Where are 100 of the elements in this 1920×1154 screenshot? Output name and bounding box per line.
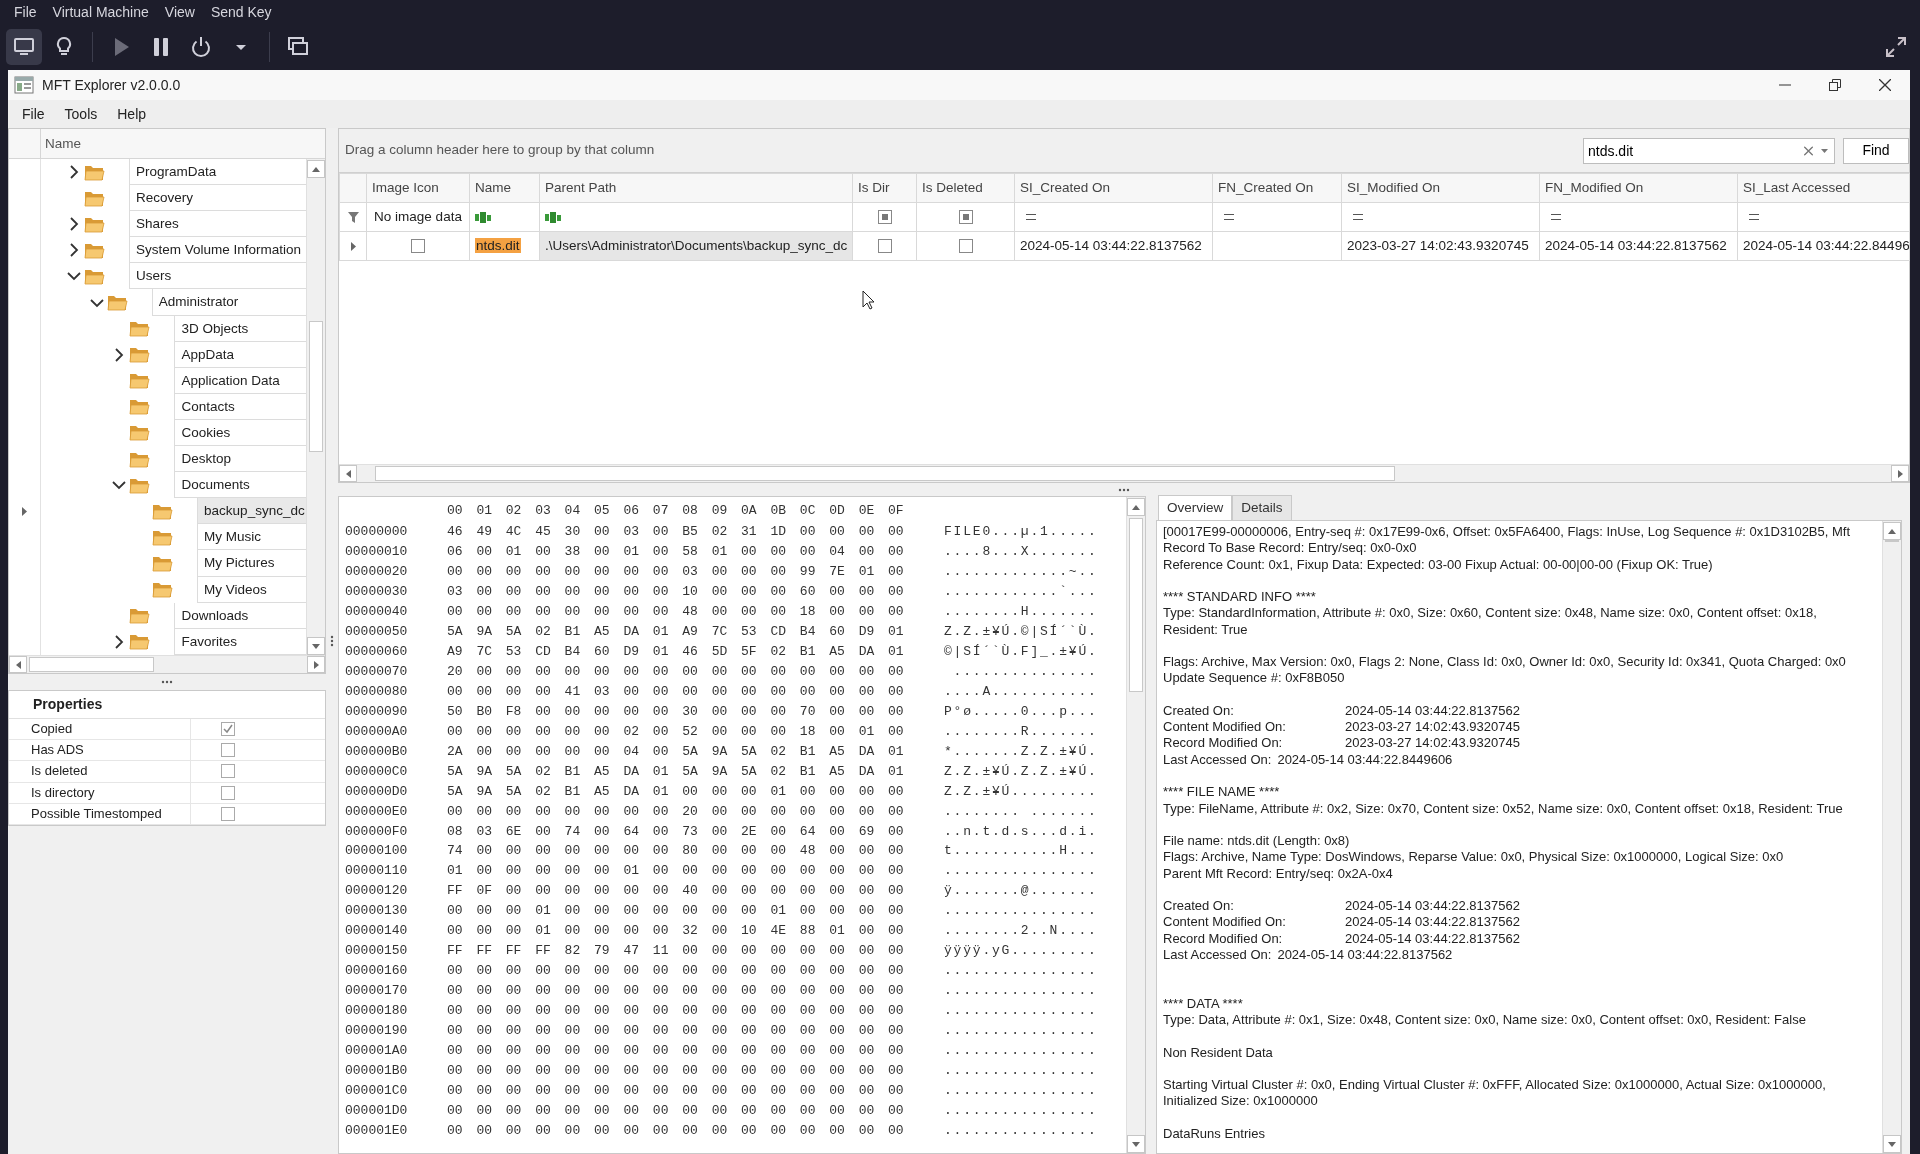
scroll-down-button[interactable] [1883,1135,1901,1153]
menu-item[interactable]: File [6,1,45,23]
menu-item[interactable]: View [156,1,203,23]
hex-offset: 00000150 [345,942,409,961]
filter-icon[interactable] [347,211,359,223]
tab[interactable]: Details [1232,494,1292,520]
scrollbar-thumb[interactable] [375,466,1395,481]
menu-item[interactable]: File [12,100,55,128]
checkbox[interactable] [411,239,425,254]
hex-offset: 000000B0 [345,742,409,761]
equals-icon[interactable] [1224,214,1234,221]
checkbox[interactable] [221,743,235,758]
panel-title: Properties [9,691,325,719]
chevron-right-icon[interactable] [67,217,81,232]
hex-ascii: ............`... [944,583,1098,602]
splitter-grip-icon[interactable] [161,680,173,684]
checkbox[interactable] [958,210,973,225]
column-header[interactable]: Is Dir [852,173,917,203]
hex-bytes: 06 00 01 00 38 00 01 00 58 01 00 00 00 04 00 00 [447,543,905,562]
checkbox[interactable] [221,806,235,821]
checkbox[interactable] [221,785,235,800]
hex-bytes: 01 00 00 00 00 00 01 00 00 00 00 00 00 00 00 00 [447,862,905,881]
column-header[interactable]: FN_Modified On [1539,173,1738,203]
equals-icon[interactable] [1026,214,1036,221]
hex-offset: 00000020 [345,563,409,582]
find-button[interactable]: Find [1843,137,1909,164]
caret-icon [236,44,246,50]
menu-item[interactable]: Virtual Machine [44,1,157,23]
tree-item[interactable]: backup_sync_dc [197,498,306,525]
hex-ascii: Z.Z.±¥Ú......... [944,782,1098,801]
horizontal-scrollbar[interactable] [339,464,1909,482]
checkbox[interactable] [877,210,892,225]
column-header[interactable]: Image Icon [366,173,470,203]
table-cell: 2024-05-14 03:44:22.8137562 [1020,237,1202,253]
tab[interactable]: Overview [1158,494,1233,520]
hex-ascii: ....A........... [944,682,1098,701]
scroll-up-button[interactable] [307,160,325,178]
filter-text: No image data [374,208,462,224]
hex-bytes: FF FF FF FF 82 79 47 11 00 00 00 00 00 00 00 00 [447,942,905,961]
splitter-grip-icon[interactable] [330,635,334,647]
search-field[interactable]: ntds.dit [1583,137,1835,164]
folder-icon [129,346,151,364]
property-label: Copied [9,719,191,740]
scrollbar-thumb[interactable] [29,657,154,672]
column-header[interactable]: Parent Path [539,173,853,203]
checkbox[interactable] [221,764,235,779]
chevron-right-icon[interactable] [67,165,81,180]
hex-offset: 000000D0 [345,782,409,801]
group-hint-text: Drag a column header here to group by that column [345,141,656,160]
scroll-up-button[interactable] [1127,498,1145,516]
hex-ascii: ................ [944,902,1098,921]
vertical-scrollbar[interactable] [1882,521,1901,1153]
console-button[interactable] [6,29,42,65]
scroll-right-button[interactable] [307,656,325,673]
scroll-left-button[interactable] [9,656,27,673]
column-header[interactable]: SI_Created On [1014,173,1213,203]
equals-icon[interactable] [1749,214,1759,221]
column-header[interactable]: Name [41,129,81,158]
horizontal-scrollbar[interactable] [9,655,325,673]
scroll-down-button[interactable] [307,637,325,655]
column-header[interactable]: SI_Last Accessed [1737,173,1910,203]
menu-item[interactable]: Help [107,100,157,128]
dropdown-caret-icon[interactable] [1821,148,1828,153]
menu-item[interactable]: Send Key [202,1,280,23]
text-filter-icon[interactable] [475,211,491,223]
scroll-left-button[interactable] [339,465,357,482]
vertical-scrollbar[interactable] [306,159,325,655]
clear-icon[interactable] [1804,146,1813,155]
column-header[interactable]: Name [469,173,540,203]
overview-line: Record To Base Record: Entry/seq: 0x0-0x0 [1163,540,1417,556]
chevron-right-icon[interactable] [67,243,81,258]
equals-icon[interactable] [1551,214,1561,221]
field-label: Last Accessed On: [1163,751,1272,768]
hex-bytes: 5A 9A 5A 02 B1 A5 DA 01 00 00 00 01 00 00 00 00 [447,782,905,801]
hex-offset: 00000030 [345,583,409,602]
hex-ascii: ................ [944,1121,1098,1140]
scrollbar-thumb[interactable] [1129,518,1143,692]
folder-icon [129,633,151,651]
hex-offset: 00000190 [345,1022,409,1041]
vertical-scrollbar[interactable] [1126,497,1145,1153]
menu-item[interactable]: Tools [54,100,108,128]
checkbox[interactable] [958,239,973,254]
hex-bytes: A9 7C 53 CD B4 60 D9 01 46 5D 5F 02 B1 A5 DA 01 [447,642,905,661]
column-header[interactable]: SI_Modified On [1341,173,1540,203]
checkbox[interactable] [221,722,235,737]
column-header[interactable]: Is Deleted [916,173,1015,203]
column-header[interactable]: FN_Created On [1212,173,1342,203]
scroll-up-button[interactable] [1883,522,1901,540]
hex-ascii: ©|SÍ´`Ù.F]_.±¥Ú. [944,642,1098,661]
hex-ascii: ÿ.......@....... [944,882,1098,901]
equals-icon[interactable] [1353,214,1363,221]
splitter-grip-icon[interactable] [1118,487,1130,492]
text-filter-icon[interactable] [545,211,561,223]
scroll-down-button[interactable] [1127,1135,1145,1153]
scrollbar-thumb[interactable] [1885,540,1899,542]
scrollbar-thumb[interactable] [309,321,323,452]
overview-line: **** STANDARD INFO **** [1163,589,1316,605]
hex-ascii: Z.Z.±¥Ú.©|SÍ´`Ù. [944,623,1098,641]
scroll-right-button[interactable] [1891,465,1909,482]
checkbox[interactable] [877,239,892,254]
